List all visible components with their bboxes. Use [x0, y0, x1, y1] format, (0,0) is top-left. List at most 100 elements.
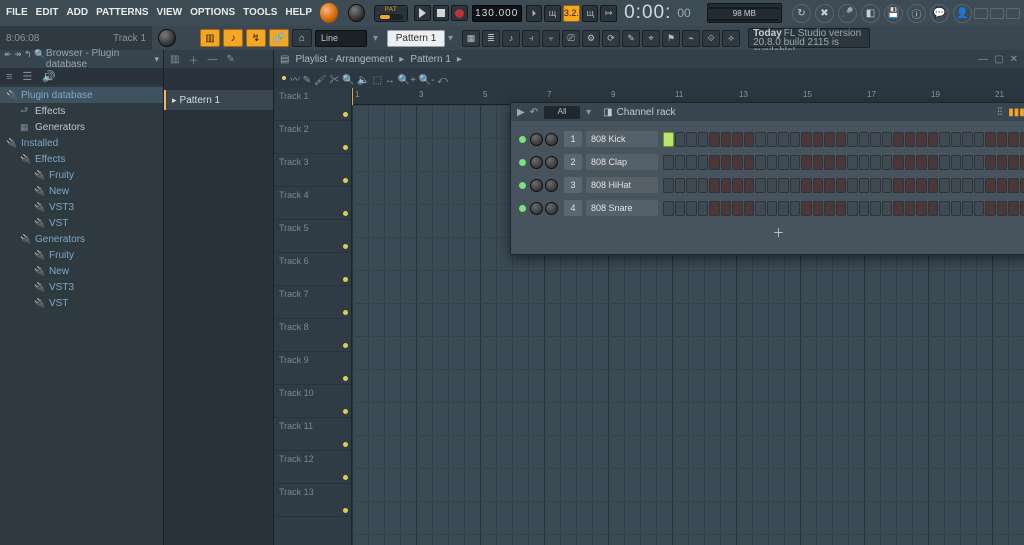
channel-pan-knob[interactable]	[530, 156, 543, 169]
step-cell[interactable]	[709, 178, 720, 193]
metronome-1[interactable]: ⏵	[526, 5, 543, 22]
step-cell[interactable]	[939, 201, 950, 216]
menu-view[interactable]: VIEW	[153, 0, 187, 26]
step-cell[interactable]	[813, 201, 824, 216]
shortcut-3[interactable]: ⫞	[522, 30, 540, 47]
step-cell[interactable]	[709, 155, 720, 170]
channel-pan-knob[interactable]	[530, 179, 543, 192]
step-cell[interactable]	[985, 201, 996, 216]
step-cell[interactable]	[836, 155, 847, 170]
step-cell[interactable]	[801, 201, 812, 216]
stop-button[interactable]	[433, 5, 450, 21]
step-cell[interactable]	[997, 132, 1008, 147]
settings-icon[interactable]: ✖	[815, 4, 834, 23]
rack-group-select[interactable]: All	[544, 106, 580, 119]
step-cell[interactable]	[974, 132, 985, 147]
step-cell[interactable]	[663, 201, 674, 216]
step-cell[interactable]	[997, 155, 1008, 170]
step-cell[interactable]	[882, 132, 893, 147]
step-cell[interactable]	[698, 155, 709, 170]
track-header[interactable]: Track 1	[274, 88, 351, 121]
step-cell[interactable]	[721, 155, 732, 170]
step-cell[interactable]	[847, 178, 858, 193]
shortcut-4[interactable]: ⫟	[542, 30, 560, 47]
rack-undo-icon[interactable]: ↶	[530, 107, 538, 118]
info-icon[interactable]: ⓘ	[907, 4, 926, 23]
shortcut-6[interactable]: ⚙	[582, 30, 600, 47]
step-cell[interactable]	[985, 132, 996, 147]
step-cell[interactable]	[744, 132, 755, 147]
metronome-on[interactable]: 3.2.	[563, 5, 580, 22]
step-cell[interactable]	[1008, 155, 1019, 170]
tree-item[interactable]: 🔌VST	[0, 215, 163, 231]
step-cell[interactable]	[813, 155, 824, 170]
track-header[interactable]: Track 5	[274, 220, 351, 253]
menu-edit[interactable]: EDIT	[32, 0, 63, 26]
step-cell[interactable]	[962, 155, 973, 170]
step-cell[interactable]	[824, 155, 835, 170]
step-cell[interactable]	[836, 201, 847, 216]
rack-swing-knob[interactable]	[979, 106, 991, 118]
channel-pan-knob[interactable]	[530, 202, 543, 215]
channel-led[interactable]	[519, 205, 526, 212]
step-cell[interactable]	[870, 132, 881, 147]
step-cell[interactable]	[939, 132, 950, 147]
step-cell[interactable]	[755, 178, 766, 193]
tree-item[interactable]: ⮐Effects	[0, 103, 163, 119]
track-header[interactable]: Track 9	[274, 352, 351, 385]
step-cell[interactable]	[905, 201, 916, 216]
step-cell[interactable]	[836, 178, 847, 193]
step-cell[interactable]	[847, 132, 858, 147]
step-cell[interactable]	[824, 178, 835, 193]
channel-name[interactable]: 808 HiHat	[586, 177, 658, 193]
step-cell[interactable]	[767, 201, 778, 216]
user-icon[interactable]: 👤	[953, 4, 972, 23]
step-cell[interactable]	[1020, 132, 1024, 147]
step-cell[interactable]	[790, 132, 801, 147]
step-cell[interactable]	[997, 201, 1008, 216]
menu-options[interactable]: OPTIONS	[186, 0, 239, 26]
shortcut-1[interactable]: ≣	[482, 30, 500, 47]
step-cell[interactable]	[916, 155, 927, 170]
step-cell[interactable]	[1008, 201, 1019, 216]
fl-logo[interactable]	[320, 3, 338, 23]
step-cell[interactable]	[893, 178, 904, 193]
pl-close[interactable]: ✕	[1010, 54, 1018, 65]
step-cell[interactable]	[675, 178, 686, 193]
step-cell[interactable]	[778, 155, 789, 170]
channel-pan-knob[interactable]	[530, 133, 543, 146]
undo-icon[interactable]: ↻	[792, 4, 811, 23]
step-cell[interactable]	[732, 155, 743, 170]
tree-item[interactable]: ▦Generators	[0, 119, 163, 135]
shortcut-0[interactable]: ▦	[462, 30, 480, 47]
track-header[interactable]: Track 4	[274, 187, 351, 220]
step-edit[interactable]: ↦	[600, 5, 617, 22]
tree-item[interactable]: 🔌New	[0, 183, 163, 199]
step-cell[interactable]	[985, 178, 996, 193]
patternlist-tools[interactable]: ▥＋—✎	[164, 50, 273, 68]
step-cell[interactable]	[859, 155, 870, 170]
time-display[interactable]: 0:00:00	[624, 2, 691, 24]
step-cell[interactable]	[709, 201, 720, 216]
tree-item[interactable]: 🔌VST	[0, 295, 163, 311]
tree-item[interactable]: 🔌Fruity	[0, 247, 163, 263]
step-cell[interactable]	[847, 201, 858, 216]
tempo-display[interactable]: 130.000	[472, 5, 522, 22]
menu-tools[interactable]: TOOLS	[239, 0, 281, 26]
step-cell[interactable]	[721, 178, 732, 193]
tree-item[interactable]: 🔌Plugin database	[0, 87, 163, 103]
step-cell[interactable]	[928, 201, 939, 216]
step-cell[interactable]	[755, 201, 766, 216]
close-button[interactable]	[1006, 8, 1020, 19]
channel-led[interactable]	[519, 136, 526, 143]
mic-icon[interactable]: 🎤	[838, 4, 857, 23]
step-cell[interactable]	[882, 178, 893, 193]
step-cell[interactable]	[1008, 132, 1019, 147]
tree-item[interactable]: 🔌Installed	[0, 135, 163, 151]
channel-led[interactable]	[519, 182, 526, 189]
track-header[interactable]: Track 12	[274, 451, 351, 484]
step-cell[interactable]	[721, 132, 732, 147]
step-cell[interactable]	[801, 155, 812, 170]
step-cell[interactable]	[859, 178, 870, 193]
step-cell[interactable]	[974, 201, 985, 216]
